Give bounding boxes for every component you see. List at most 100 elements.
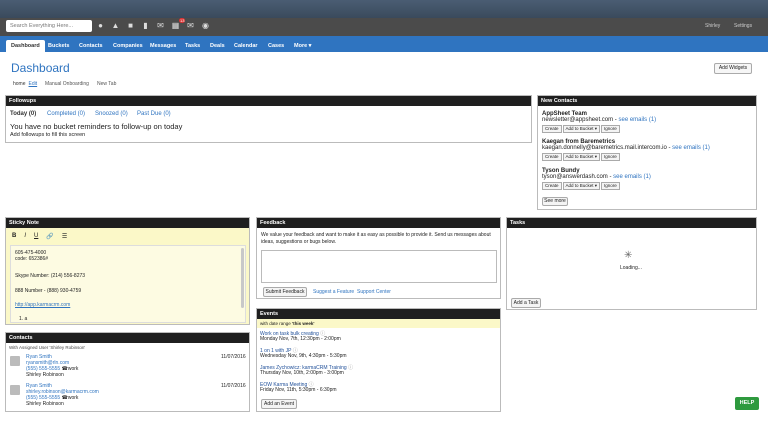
tab-tasks[interactable]: Tasks: [185, 40, 200, 52]
list-icon[interactable]: ☰: [62, 233, 67, 240]
followups-tab-past-due[interactable]: Past Due (0): [137, 111, 171, 117]
ignore-button[interactable]: Ignore: [601, 125, 620, 133]
new-contacts-title: New Contacts: [538, 96, 756, 106]
suggest-feature-link[interactable]: Suggest a Feature: [313, 289, 354, 295]
see-emails-link[interactable]: see emails (1): [613, 174, 651, 180]
followups-tab-snoozed[interactable]: Snoozed (0): [95, 111, 128, 117]
feedback-panel: Feedback We value your feedback and want…: [256, 217, 501, 299]
contacts-panel: Contacts With Assigned User 'Shirley Rob…: [5, 332, 250, 412]
contacts-icon[interactable]: ▲: [111, 20, 120, 31]
support-center-link[interactable]: Support Center: [357, 289, 391, 295]
sticky-line: 1. a: [19, 316, 28, 322]
contacts-filter: With Assigned User 'Shirley Robinson': [9, 345, 86, 350]
subnav-edit-link[interactable]: Edit: [29, 81, 38, 87]
sticky-note-title: Sticky Note: [6, 218, 249, 228]
create-button[interactable]: Create: [542, 125, 562, 133]
spinner-icon: ✳: [624, 250, 633, 261]
add-widgets-button[interactable]: Add Widgets: [714, 63, 752, 74]
bold-icon[interactable]: B: [12, 233, 16, 240]
events-panel: Events with date range 'this week' Work …: [256, 308, 501, 412]
see-more-button[interactable]: See more: [542, 197, 568, 206]
event-when: Thursday Nov, 10th, 2:00pm - 3:00pm: [260, 370, 344, 376]
subnav-manual-onboarding[interactable]: Manual Onboarding: [45, 81, 89, 87]
feedback-textarea[interactable]: [261, 250, 497, 283]
user-icon[interactable]: ●: [96, 20, 105, 31]
add-to-bucket-button[interactable]: Add to Bucket ▾: [562, 182, 601, 190]
tab-cases[interactable]: Cases: [268, 40, 284, 52]
events-range-prefix: with date range: [260, 321, 291, 326]
feedback-text: We value your feedback and want to make …: [261, 232, 491, 245]
followups-empty-title: You have no bucket reminders to follow-u…: [10, 122, 183, 131]
followups-title: Followups: [6, 96, 531, 106]
event-when: Friday Nov, 11th, 5:30pm - 6:30pm: [260, 387, 337, 393]
window-top-band: [0, 0, 768, 18]
tasks-panel: Tasks ✳ Loading... Add a Task: [506, 217, 757, 310]
tasks-title: Tasks: [507, 218, 756, 228]
mail-icon[interactable]: ✉: [186, 20, 195, 31]
add-to-bucket-button[interactable]: Add to Bucket ▾: [562, 153, 601, 161]
followups-panel: Followups Today (0) Completed (0) Snooze…: [5, 95, 532, 143]
phone-tag: work: [67, 395, 79, 401]
add-task-button[interactable]: Add a Task: [511, 298, 541, 308]
messages-icon[interactable]: ✉: [156, 20, 165, 31]
feedback-title: Feedback: [257, 218, 500, 228]
tab-calendar[interactable]: Calendar: [234, 40, 258, 52]
settings-link[interactable]: Settings: [734, 23, 752, 29]
tab-messages[interactable]: Messages: [150, 40, 176, 52]
contact-date: 11/07/2016: [221, 383, 246, 389]
deals-icon[interactable]: ▮: [141, 20, 150, 31]
main-nav: Dashboard Buckets Contacts Companies Mes…: [0, 36, 768, 52]
contacts-title: Contacts: [6, 333, 249, 343]
submit-feedback-button[interactable]: Submit Feedback: [263, 287, 307, 297]
see-emails-link[interactable]: see emails (1): [618, 117, 656, 123]
tab-contacts[interactable]: Contacts: [79, 40, 103, 52]
search-input[interactable]: Search Everything Here...: [6, 20, 92, 32]
add-to-bucket-button[interactable]: Add to Bucket ▾: [562, 125, 601, 133]
ignore-button[interactable]: Ignore: [601, 182, 620, 190]
new-contacts-panel: New Contacts AppSheet Team newsletter@ap…: [537, 95, 757, 210]
italic-icon[interactable]: I: [24, 233, 26, 240]
events-range[interactable]: 'this week': [292, 321, 314, 326]
notifications-icon[interactable]: ◉: [201, 20, 210, 31]
tab-deals[interactable]: Deals: [210, 40, 225, 52]
add-event-button[interactable]: Add an Event: [261, 399, 297, 409]
see-emails-link[interactable]: see emails (1): [672, 145, 710, 151]
contact-owner: Shirley Robinson: [26, 401, 64, 407]
sticky-line: Skype Number: (214) 556-8273: [15, 273, 86, 279]
tab-dashboard[interactable]: Dashboard: [6, 40, 45, 52]
create-button[interactable]: Create: [542, 153, 562, 161]
scrollbar[interactable]: [241, 248, 244, 308]
info-icon[interactable]: ⓘ: [348, 365, 353, 371]
tab-buckets[interactable]: Buckets: [48, 40, 69, 52]
link-icon[interactable]: 🔗: [46, 233, 53, 240]
contact-email: newsletter@appsheet.com: [542, 117, 614, 123]
subnav-new-tab[interactable]: New Tab: [97, 81, 116, 87]
underline-icon[interactable]: U: [34, 233, 38, 240]
contact-email: tyson@answerdash.com: [542, 174, 608, 180]
avatar: [10, 356, 20, 366]
help-button[interactable]: HELP: [735, 397, 759, 410]
event-when: Monday Nov, 7th, 12:30pm - 2:00pm: [260, 336, 341, 342]
create-button[interactable]: Create: [542, 182, 562, 190]
followups-tab-completed[interactable]: Completed (0): [47, 111, 85, 117]
bottom-fade: [0, 412, 768, 432]
subnav-home-label[interactable]: home: [13, 81, 26, 87]
events-title: Events: [257, 309, 500, 319]
followups-tab-today[interactable]: Today (0): [10, 111, 36, 117]
contact-owner: Shirley Robinson: [26, 372, 64, 378]
sticky-link[interactable]: http://app.karmacrm.com: [15, 302, 70, 308]
contact-date: 11/07/2016: [221, 354, 246, 360]
user-menu[interactable]: Shirley: [705, 23, 720, 29]
company-icon[interactable]: ■: [126, 20, 135, 31]
sticky-note-editor[interactable]: 605-475-4000 code: 652386# Skype Number:…: [10, 245, 246, 323]
ignore-button[interactable]: Ignore: [601, 153, 620, 161]
sticky-note-panel: Sticky Note B I U 🔗 ☰ 605-475-4000 code:…: [5, 217, 250, 325]
avatar: [10, 385, 20, 395]
page-title: Dashboard: [11, 61, 70, 75]
tab-companies[interactable]: Companies: [113, 40, 143, 52]
followups-empty-sub: Add followups to fill this screen: [10, 132, 86, 138]
subnav-home[interactable]: home Edit: [13, 81, 37, 87]
phone-tag: work: [67, 366, 79, 372]
tab-more[interactable]: More ▾: [294, 40, 311, 52]
event-when: Wednesday Nov, 9th, 4:30pm - 5:30pm: [260, 353, 347, 359]
